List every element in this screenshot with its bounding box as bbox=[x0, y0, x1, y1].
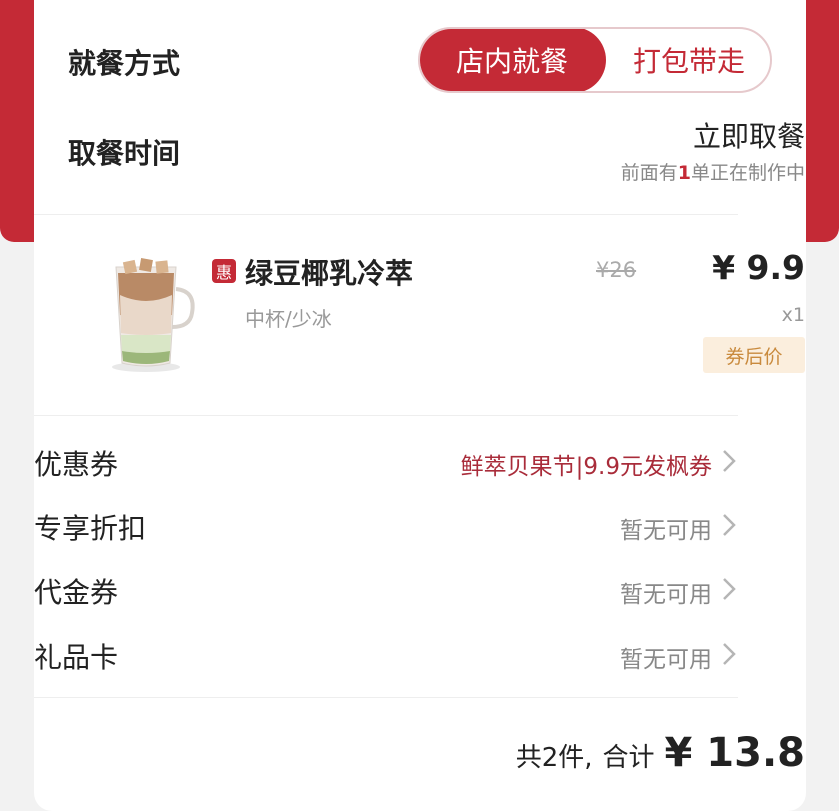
original-price: ¥26 bbox=[596, 258, 637, 282]
gift-card-label: 礼品卡 bbox=[34, 641, 119, 674]
product-name: 绿豆椰乳冷萃 bbox=[245, 257, 414, 290]
dining-method-toggle: 店内就餐 打包带走 bbox=[418, 27, 772, 93]
order-total: 共2件, 合计 ¥ 13.8 bbox=[516, 730, 805, 776]
exclusive-discount-label: 专享折扣 bbox=[34, 512, 147, 545]
pickup-time-label: 取餐时间 bbox=[68, 137, 181, 170]
coupon-row[interactable]: 优惠券 鲜萃贝果节|9.9元发枫券 bbox=[34, 443, 738, 483]
discount-badge: 惠 bbox=[212, 259, 236, 283]
voucher-value: 暂无可用 bbox=[620, 582, 712, 608]
takeaway-option[interactable]: 打包带走 bbox=[606, 29, 770, 91]
gift-card-row[interactable]: 礼品卡 暂无可用 bbox=[34, 636, 738, 676]
chevron-right-icon bbox=[723, 514, 736, 536]
total-label: 合计 bbox=[602, 743, 655, 773]
chevron-right-icon bbox=[723, 578, 736, 600]
item-count: 共2件, bbox=[515, 743, 593, 773]
product-quantity: x1 bbox=[781, 304, 805, 326]
coupon-value: 鲜萃贝果节|9.9元发枫券 bbox=[460, 454, 712, 480]
total-amount: ¥ 13.8 bbox=[664, 730, 805, 776]
divider bbox=[34, 697, 738, 698]
exclusive-discount-row[interactable]: 专享折扣 暂无可用 bbox=[34, 507, 738, 547]
queue-prefix: 前面有 bbox=[620, 162, 678, 184]
dine-in-option[interactable]: 店内就餐 bbox=[420, 29, 606, 91]
gift-card-value: 暂无可用 bbox=[620, 647, 712, 673]
queue-count: 1 bbox=[677, 162, 691, 184]
chevron-right-icon bbox=[723, 643, 736, 665]
chevron-right-icon bbox=[723, 450, 736, 472]
queue-suffix: 单正在制作中 bbox=[690, 162, 805, 184]
divider bbox=[34, 214, 738, 215]
coupon-label: 优惠券 bbox=[34, 448, 119, 481]
product-image bbox=[112, 258, 195, 372]
pickup-time-value[interactable]: 立即取餐 bbox=[693, 115, 805, 155]
dining-method-label: 就餐方式 bbox=[68, 47, 181, 80]
product-price: ¥ 9.9 bbox=[712, 248, 805, 287]
after-coupon-tag: 券后价 bbox=[703, 337, 805, 373]
voucher-label: 代金券 bbox=[34, 576, 119, 609]
queue-status: 前面有1单正在制作中 bbox=[621, 158, 805, 185]
voucher-row[interactable]: 代金券 暂无可用 bbox=[34, 571, 738, 611]
divider bbox=[34, 415, 738, 416]
exclusive-discount-value: 暂无可用 bbox=[620, 518, 712, 544]
order-card bbox=[34, 0, 806, 811]
product-spec: 中杯/少冰 bbox=[245, 307, 332, 331]
